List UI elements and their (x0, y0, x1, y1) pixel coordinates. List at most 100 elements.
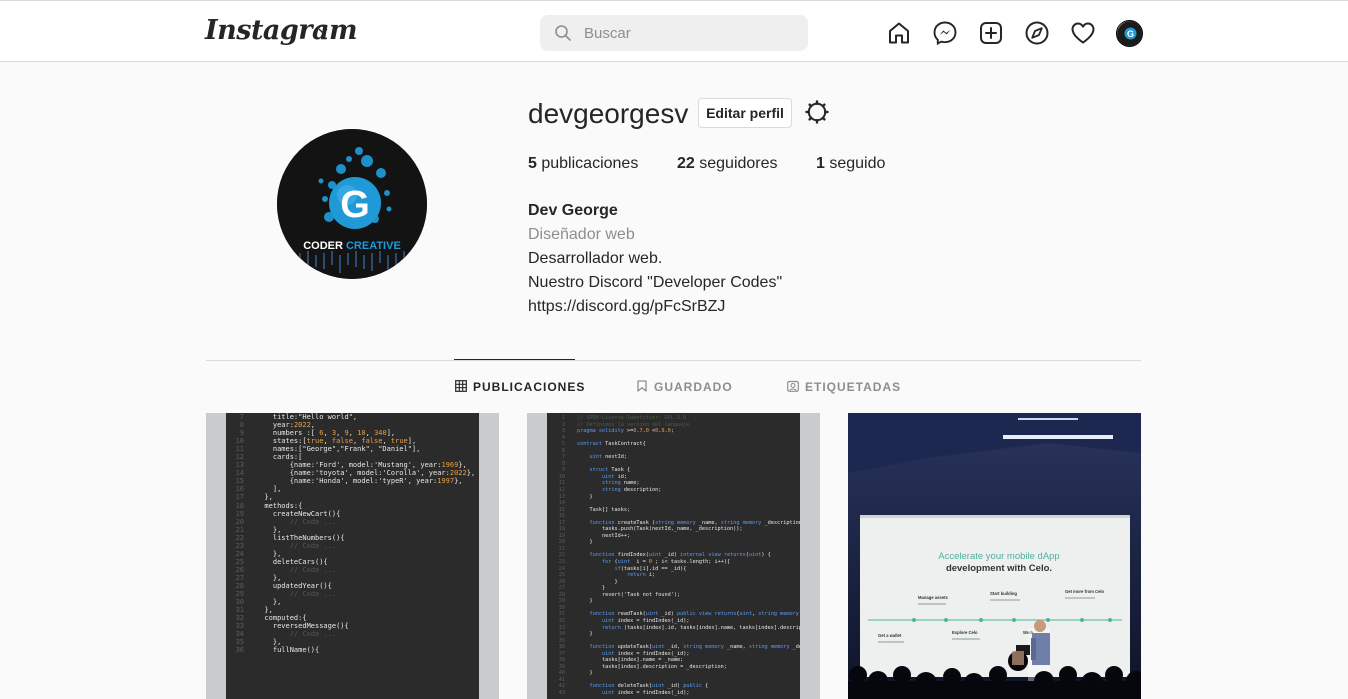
line-text: Task[] tasks; (577, 506, 631, 513)
line-number: 43 (558, 689, 565, 696)
line-text: // Code ... (256, 590, 337, 599)
line-text: tasks[index].name = _name; (577, 657, 684, 664)
post-thumbnail[interactable]: Accelerate your mobile dApp development … (848, 413, 1141, 699)
line-text: ], (256, 485, 282, 494)
line-text: if(tasks[i].id == _id){ (614, 565, 687, 572)
line-text: // Code ... (256, 541, 337, 550)
edit-profile-button[interactable]: Editar perfil (698, 98, 792, 128)
line-number: 21 (235, 525, 244, 534)
code-line: 36 fullName(){ (228, 646, 479, 654)
post-thumbnail[interactable]: 1// SPDX-License-Identifier: GPL-3.0 2// … (527, 413, 820, 699)
posts-count-number: 5 (528, 155, 537, 172)
post-image: 1// SPDX-License-Identifier: GPL-3.0 2// … (527, 413, 820, 699)
line-number: 18 (235, 501, 244, 510)
new-post-icon[interactable] (978, 20, 1004, 46)
home-icon[interactable] (886, 20, 912, 46)
code-line: 12 cards:[ (228, 453, 479, 461)
line-text: states:[true, false, false, true], (256, 437, 417, 446)
search-box[interactable] (540, 15, 808, 51)
conference-photo: Accelerate your mobile dApp development … (848, 413, 1141, 699)
code-line: 13 {name:'Ford', model:'Mustang', year:1… (228, 461, 479, 469)
line-text: }, (256, 549, 282, 558)
svg-text:G: G (1127, 29, 1134, 39)
bio-line: Nuestro Discord "Developer Codes" (528, 274, 783, 291)
line-number: 14 (235, 469, 244, 478)
messenger-icon[interactable] (932, 20, 958, 46)
line-number: 11 (235, 445, 244, 454)
line-text: }, (256, 493, 273, 502)
chevron-down-icon[interactable] (317, 25, 329, 37)
code-line: 34 // Code ... (228, 630, 479, 638)
code-line: 22 listTheNumbers(){ (228, 534, 479, 542)
line-number: 35 (235, 638, 244, 647)
bio-link[interactable]: https://discord.gg/pFcSrBZJ (528, 295, 782, 319)
code-screenshot: 1// SPDX-License-Identifier: GPL-3.0 2// … (547, 413, 800, 699)
line-text: {name:'toyota', model:'Corolla', year:20… (256, 469, 476, 478)
avatar-g-icon: G (1117, 21, 1142, 46)
followers-link[interactable]: 22 seguidores (677, 155, 778, 173)
code-line: 19 createNewCart(){ (228, 510, 479, 518)
line-text: createNewCart(){ (256, 509, 341, 518)
code-line: 8 year:2022, (228, 421, 479, 429)
line-number: 17 (235, 493, 244, 502)
line-text: contract TaskContract{ (577, 441, 646, 448)
slide-step-label: Get more from Celo (1065, 589, 1105, 594)
code-line: 32 computed:{ (228, 614, 479, 622)
line-number: 28 (235, 581, 244, 590)
line-text: cards:[ (256, 453, 303, 462)
activity-heart-icon[interactable] (1070, 20, 1096, 46)
bookmark-icon (637, 380, 647, 392)
posts-count: 5 publicaciones (528, 155, 638, 173)
line-text: } (577, 631, 593, 638)
post-thumbnail[interactable]: 7 title:"Hello world", 8 year:2022, 9 numb… (206, 413, 499, 699)
line-text: function readTask(uint _id) public view … (589, 611, 801, 618)
tab-saved-label: GUARDADO (654, 380, 733, 394)
slide-step-label: Explore Celo (952, 630, 978, 635)
tagged-icon (787, 380, 799, 392)
instagram-logo[interactable]: Instagram (205, 15, 358, 46)
line-text: }, (256, 525, 282, 534)
code-line: 30 }, (228, 598, 479, 606)
tab-saved[interactable]: GUARDADO (636, 380, 733, 394)
line-number: 32 (235, 614, 244, 623)
profile-picture[interactable]: G CODER CREATIVE (277, 129, 427, 279)
code-line: 26 // Code ... (228, 566, 479, 574)
posts-count-label: publicaciones (541, 155, 639, 172)
profile-username: devgeorgesv (528, 98, 689, 129)
line-number: 36 (235, 646, 244, 655)
line-number: 26 (235, 565, 244, 574)
code-line: 14 {name:'toyota', model:'Corolla', year… (228, 469, 479, 477)
line-text: uint nextId; (589, 454, 628, 461)
tab-posts[interactable]: PUBLICACIONES (455, 380, 585, 394)
tab-posts-label: PUBLICACIONES (473, 380, 586, 394)
line-text: function updateTask(uint _id, string mem… (589, 644, 801, 651)
line-number: 33 (235, 622, 244, 631)
code-line: 15 {name:'Honda', model:'typeR', year:19… (228, 477, 479, 485)
line-text: {name:'Ford', model:'Mustang', year:1969… (256, 461, 467, 470)
profile-avatar[interactable]: G (1116, 20, 1143, 47)
code-line: 27 }, (228, 574, 479, 582)
tab-tagged[interactable]: ETIQUETADAS (787, 380, 901, 394)
code-line: 11 names:["George","Frank", "Daniel"], (228, 445, 479, 453)
slide-title-line-1: Accelerate your mobile dApp (938, 551, 1059, 562)
line-text: }, (256, 598, 282, 607)
code-line: 28 updatedYear(){ (228, 582, 479, 590)
line-text: revert('Task not found'); (577, 591, 681, 598)
line-text: names:["George","Frank", "Daniel"], (256, 445, 421, 454)
code-line: 20 // Code ... (228, 518, 479, 526)
line-text: listTheNumbers(){ (256, 533, 345, 542)
line-text: uint id; (602, 473, 627, 480)
line-text: updatedYear(){ (256, 581, 332, 590)
explore-icon[interactable] (1024, 20, 1050, 46)
line-text: uint index = findIndex(_id); (602, 689, 690, 696)
line-text: year:2022, (256, 421, 316, 430)
search-input[interactable] (584, 15, 794, 51)
line-text: // SPDX-License-Identifier: GPL-3.0 (577, 415, 687, 421)
settings-gear-icon[interactable] (804, 99, 830, 125)
line-text: } (577, 598, 593, 605)
line-text: deleteCars(){ (256, 557, 328, 566)
line-text: // Code ... (256, 565, 337, 574)
line-number: 19 (235, 509, 244, 518)
following-link[interactable]: 1 seguido (816, 155, 885, 173)
code-line: 7 title:"Hello world", (228, 413, 479, 421)
